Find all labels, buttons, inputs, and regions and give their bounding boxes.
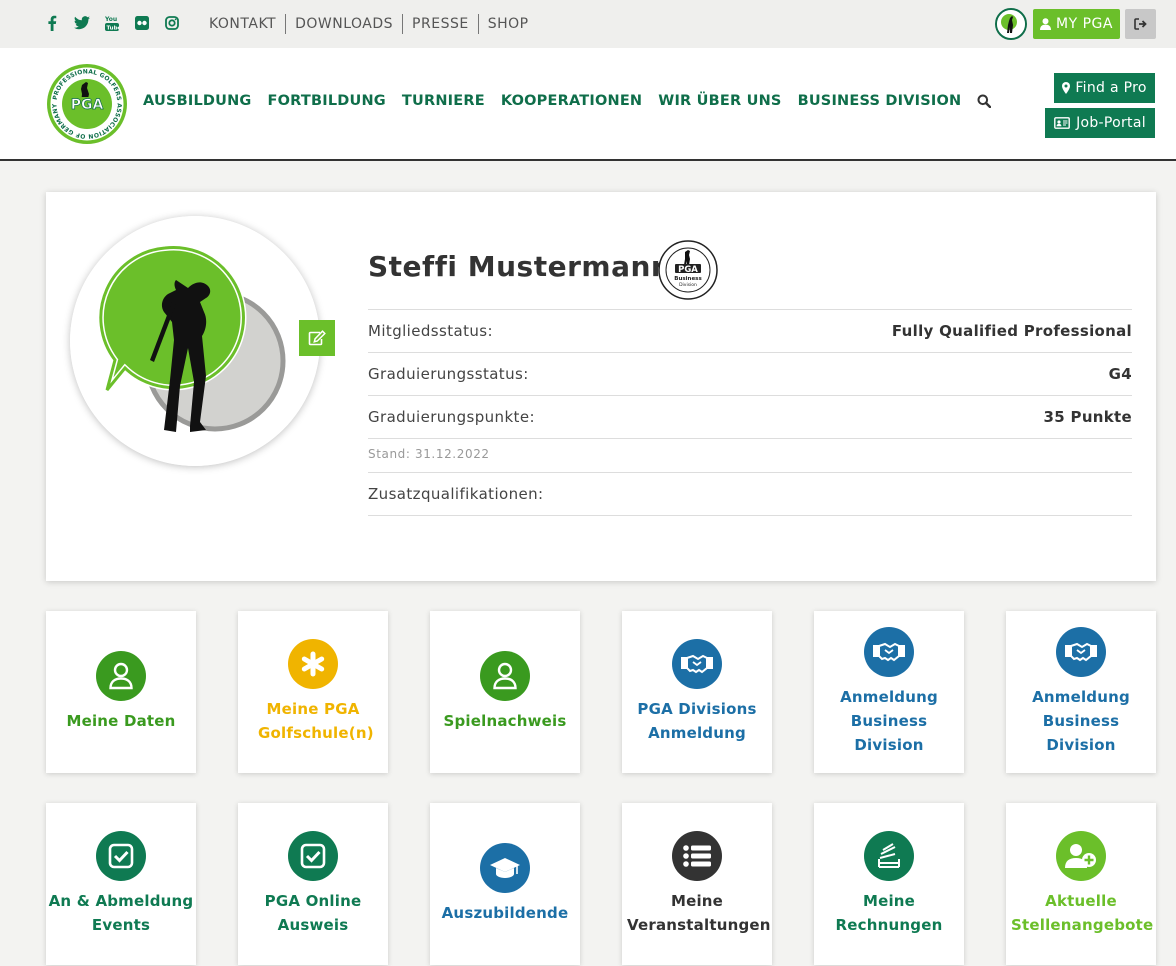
info-row-stand: Stand: 31.12.2022 [368,438,1132,472]
tile-spielnachweis[interactable]: Spielnachweis [430,611,580,773]
user-icon [1040,18,1052,30]
main-navigation: AUSBILDUNG FORTBILDUNG TURNIERE KOOPERAT… [143,93,992,109]
tile-meine-veranstaltungen[interactable]: Meine Veranstaltungen [622,803,772,965]
my-pga-label: MY PGA [1056,16,1113,32]
top-bar: You Tube KONTAKT DOWNLOADS PRESSE SHOP MY… [0,0,1176,48]
info-label: Zusatzqualifikationen: [368,485,544,503]
tile-label: Spielnachweis [443,712,567,730]
job-portal-label: Job-Portal [1076,115,1146,131]
stack-icon [864,831,914,881]
profile-name: Steffi Mustermann [368,250,672,283]
social-links: You Tube [44,14,180,32]
info-value: G4 [1108,365,1132,383]
top-link-kontakt[interactable]: KONTAKT [200,14,285,34]
info-row-graduierungspunkte: Graduierungspunkte: 35 Punkte [368,395,1132,438]
flickr-icon[interactable] [134,14,150,32]
tile-meine-golfschule[interactable]: Meine PGA Golfschule(n) [238,611,388,773]
nav-kooperationen[interactable]: KOOPERATIONEN [501,93,642,109]
profile-avatar [70,216,320,466]
nav-wir-ueber-uns[interactable]: WIR ÜBER UNS [658,93,781,109]
checkbox-icon [96,831,146,881]
tile-an-abmeldung-events[interactable]: An & Abmeldung Events [46,803,196,965]
logo-text: PGA [71,97,104,113]
handshake-icon [1056,627,1106,677]
business-division-badge: PGA Business Division [658,240,718,300]
info-label: Graduierungspunkte: [368,408,535,426]
top-link-downloads[interactable]: DOWNLOADS [286,14,402,34]
find-a-pro-button[interactable]: Find a Pro [1054,73,1155,103]
tile-pga-online-ausweis[interactable]: PGA Online Ausweis [238,803,388,965]
user-icon [480,651,530,701]
svg-text:Tube: Tube [107,26,120,32]
facebook-icon[interactable] [44,14,60,32]
edit-profile-button[interactable] [299,320,335,356]
tile-label: Anmeldung Business Division [840,688,938,754]
nav-ausbildung[interactable]: AUSBILDUNG [143,93,252,109]
pga-logo[interactable]: PROFESSIONAL GOLFERS ASSOCIATION OF GERM… [46,63,128,145]
tile-anmeldung-business-division[interactable]: Anmeldung Business Division [814,611,964,773]
info-row-zusatzqualifikationen: Zusatzqualifikationen: [368,472,1132,515]
tile-label: Meine PGA Golfschule(n) [258,700,374,742]
info-value: 35 Punkte [1043,408,1132,426]
sign-out-icon [1134,18,1147,30]
nav-fortbildung[interactable]: FORTBILDUNG [268,93,386,109]
user-avatar[interactable] [995,8,1027,40]
tile-label: Meine Daten [66,712,176,730]
svg-text:Division: Division [679,282,697,288]
info-row-mitgliedsstatus: Mitgliedsstatus: Fully Qualified Profess… [368,309,1132,352]
profile-card: Steffi Mustermann PGA Business Division … [46,192,1156,581]
main-header: PROFESSIONAL GOLFERS ASSOCIATION OF GERM… [0,48,1176,161]
handshake-icon [864,627,914,677]
tile-label: Auszubildende [441,904,569,922]
svg-text:PGA: PGA [678,265,698,275]
search-icon[interactable] [977,94,992,108]
profile-info-table: Mitgliedsstatus: Fully Qualified Profess… [368,309,1132,516]
tile-pga-divisions-anmeldung[interactable]: PGA Divisions Anmeldung [622,611,772,773]
tile-aktuelle-stellenangebote[interactable]: Aktuelle Stellenangebote [1006,803,1156,965]
job-portal-button[interactable]: Job-Portal [1045,108,1155,138]
info-label: Mitgliedsstatus: [368,322,493,340]
checkbox-icon [288,831,338,881]
user-icon [96,651,146,701]
svg-text:Business: Business [674,276,702,282]
tile-anmeldung-business-division-2[interactable]: Anmeldung Business Division [1006,611,1156,773]
info-value: Fully Qualified Professional [891,322,1132,340]
instagram-icon[interactable] [164,14,180,32]
svg-text:You: You [105,16,117,23]
divider [368,515,1132,516]
handshake-icon [672,639,722,689]
edit-icon [308,330,326,346]
tile-meine-daten[interactable]: Meine Daten [46,611,196,773]
asterisk-icon [288,639,338,689]
tile-label: Anmeldung Business Division [1032,688,1130,754]
info-label: Graduierungsstatus: [368,365,529,383]
logout-button[interactable] [1125,9,1156,39]
graduation-cap-icon [480,843,530,893]
user-plus-icon [1056,831,1106,881]
map-marker-icon [1062,82,1071,94]
stand-date: Stand: 31.12.2022 [368,447,490,461]
tile-label: Aktuelle Stellenangebote [1011,892,1154,934]
tile-auszubildende[interactable]: Auszubildende [430,803,580,965]
find-a-pro-label: Find a Pro [1075,80,1147,96]
info-row-graduierungsstatus: Graduierungsstatus: G4 [368,352,1132,395]
tile-label: PGA Divisions Anmeldung [637,700,757,742]
top-navigation: KONTAKT DOWNLOADS PRESSE SHOP [200,14,538,34]
youtube-icon[interactable]: You Tube [104,14,120,32]
nav-turniere[interactable]: TURNIERE [402,93,485,109]
list-icon [672,831,722,881]
top-link-presse[interactable]: PRESSE [403,14,478,34]
tile-label: PGA Online Ausweis [264,892,362,934]
my-pga-button[interactable]: MY PGA [1033,9,1120,39]
id-card-icon [1054,117,1070,129]
tile-label: Meine Veranstaltungen [627,892,771,934]
top-link-shop[interactable]: SHOP [479,14,538,34]
twitter-icon[interactable] [74,14,90,32]
tile-label: An & Abmeldung Events [48,892,194,934]
tile-label: Meine Rechnungen [835,892,943,934]
tile-meine-rechnungen[interactable]: Meine Rechnungen [814,803,964,965]
nav-business-division[interactable]: BUSINESS DIVISION [798,93,962,109]
